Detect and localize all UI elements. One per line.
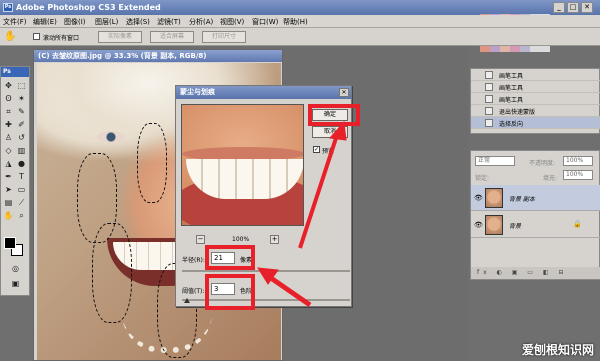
fill-input[interactable]: 100% xyxy=(563,170,593,180)
layer-row[interactable]: 👁 背景 副本 xyxy=(471,185,600,211)
brush-history-icon xyxy=(485,71,493,79)
layer-thumbnail xyxy=(485,215,503,235)
blend-mode-select[interactable]: 正常 xyxy=(475,156,515,166)
layer-thumbnail xyxy=(485,188,503,208)
opacity-input[interactable]: 100% xyxy=(563,156,593,166)
lock-label: 锁定: xyxy=(475,175,490,182)
layers-panel: 正常 不透明度: 100% 锁定: 填充: 100% 👁 背景 副本 👁 背景 … xyxy=(470,150,600,280)
visibility-eye-icon[interactable]: 👁 xyxy=(474,194,483,202)
brush-history-icon xyxy=(485,95,493,103)
fill-label: 填充: xyxy=(543,175,558,182)
arrow-head-icon xyxy=(329,120,347,141)
history-item[interactable]: 画笔工具 xyxy=(471,69,600,81)
watermark: 爱刨根知识网 xyxy=(521,343,594,357)
layer-row[interactable]: 👁 背景 🔒 xyxy=(471,212,600,238)
lock-icon: 🔒 xyxy=(573,220,582,228)
history-item[interactable]: 画笔工具 xyxy=(471,81,600,93)
history-item-selected[interactable]: 选择反向 xyxy=(471,117,600,129)
brush-history-icon xyxy=(485,83,493,91)
arrow-to-radius xyxy=(266,273,312,308)
visibility-eye-icon[interactable]: 👁 xyxy=(474,221,483,229)
history-item[interactable]: 画笔工具 xyxy=(471,93,600,105)
arrow-to-ok xyxy=(298,131,340,249)
layers-footer[interactable]: fx ◐ ▣ ▭ ◧ ⊟ xyxy=(471,267,600,279)
mask-history-icon xyxy=(485,107,493,115)
layer-name: 背景 xyxy=(509,223,522,230)
history-item[interactable]: 退出快速蒙版 xyxy=(471,105,600,117)
select-history-icon xyxy=(485,119,493,127)
history-panel: 画笔工具 画笔工具 画笔工具 退出快速蒙版 选择反向 xyxy=(470,68,600,134)
layer-name: 背景 副本 xyxy=(509,196,535,203)
opacity-label: 不透明度: xyxy=(529,160,556,167)
